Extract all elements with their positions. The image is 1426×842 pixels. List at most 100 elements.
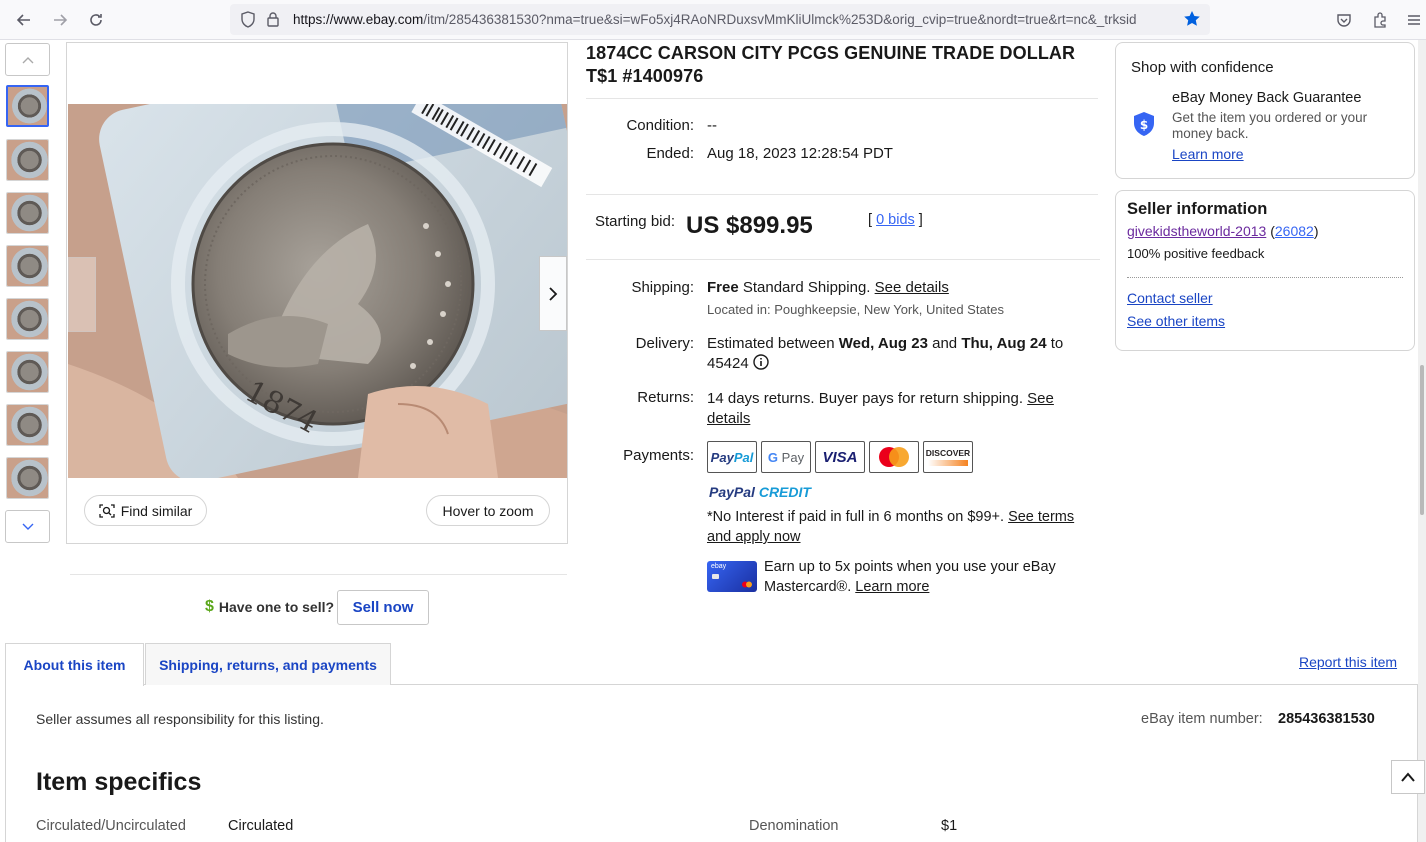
bookmark-star-icon[interactable] — [1183, 10, 1201, 33]
seller-information-card: Seller information givekidstheworld-2013… — [1115, 190, 1415, 351]
shield-icon[interactable] — [240, 11, 256, 33]
item-location: Located in: Poughkeepsie, New York, Unit… — [707, 302, 1005, 317]
positive-feedback: 100% positive feedback — [1127, 246, 1265, 261]
price-divider — [586, 259, 1100, 260]
previous-image-button[interactable] — [68, 257, 96, 332]
thumbnail-4[interactable] — [6, 245, 49, 287]
next-image-button[interactable] — [539, 256, 567, 331]
chevron-up-icon — [1401, 772, 1415, 782]
returns-label: Returns: — [637, 389, 694, 406]
thumbnail-1[interactable] — [6, 85, 49, 127]
condition-value: -- — [707, 117, 717, 134]
sell-question: Have one to sell? — [218, 599, 335, 615]
shipping-value: Free Standard Shipping. See details — [707, 279, 949, 296]
find-similar-button[interactable]: Find similar — [84, 495, 207, 526]
spec-value-denomination: $1 — [941, 818, 958, 834]
bids-link[interactable]: 0 bids — [876, 212, 915, 228]
have-one-to-sell: $ Have one to sell? — [205, 598, 334, 616]
mastercard-learn-more-link[interactable]: Learn more — [855, 579, 929, 595]
dollar-icon: $ — [205, 598, 214, 615]
spec-label-denomination: Denomination — [749, 818, 839, 834]
browser-toolbar: https://www.ebay.com/itm/285436381530?nm… — [0, 0, 1426, 40]
price: US $899.95 — [686, 212, 813, 239]
returns-value: 14 days returns. Buyer pays for return s… — [707, 390, 1054, 427]
shield-check-icon: $ — [1132, 111, 1156, 142]
back-to-top-button[interactable] — [1391, 760, 1425, 794]
title-divider — [586, 98, 1098, 99]
paypal-logo: Pay Pal — [707, 441, 757, 473]
tab-about-this-item[interactable]: About this item — [5, 643, 144, 686]
item-number-label: eBay item number: — [1141, 711, 1263, 727]
condition-label: Condition: — [626, 117, 694, 134]
ended-value: Aug 18, 2023 12:28:54 PDT — [707, 145, 893, 162]
payment-logos: Pay Pal G Pay VISA DISCOVER — [707, 441, 973, 473]
starting-bid-label: Starting bid: — [594, 213, 675, 230]
item-number: 285436381530 — [1278, 711, 1375, 727]
see-terms-link[interactable]: See terms — [1008, 509, 1074, 525]
scroll-thumb[interactable] — [1420, 365, 1424, 515]
seller-divider — [1127, 277, 1403, 278]
page-scrollbar[interactable] — [1418, 40, 1426, 842]
thumbnail-5[interactable] — [6, 298, 49, 340]
returns-see-details-link[interactable]: See — [1027, 390, 1054, 407]
info-icon[interactable] — [753, 354, 769, 376]
item-title: 1874CC CARSON CITY PCGS GENUINE TRADE DO… — [586, 43, 1076, 86]
no-interest-text: *No Interest if paid in full in 6 months… — [707, 509, 1075, 545]
delivery-value: Estimated between Wed, Aug 23 and Thu, A… — [707, 334, 1077, 376]
back-icon[interactable] — [10, 6, 38, 34]
pocket-icon[interactable] — [1330, 6, 1358, 34]
sell-now-button[interactable]: Sell now — [337, 590, 429, 625]
shop-with-confidence-card: Shop with confidence $ eBay Money Back G… — [1115, 42, 1415, 179]
coin-photo[interactable]: 1874 — [68, 104, 567, 478]
find-similar-label: Find similar — [120, 502, 193, 519]
payments-label: Payments: — [623, 447, 694, 464]
svg-text:$: $ — [1140, 118, 1148, 132]
thumbnail-8[interactable] — [6, 457, 49, 499]
thumbnail-7[interactable] — [6, 404, 49, 446]
chevron-right-icon — [549, 286, 558, 301]
hover-to-zoom-button[interactable]: Hover to zoom — [426, 495, 550, 526]
thumbnail-6[interactable] — [6, 351, 49, 393]
main-image-viewer[interactable]: 1874 Find similar Hover to zoom — [66, 42, 568, 544]
report-item-link[interactable]: Report this item — [1299, 654, 1397, 670]
address-bar[interactable]: https://www.ebay.com/itm/285436381530?nm… — [230, 4, 1210, 35]
lock-icon[interactable] — [266, 11, 280, 32]
thumbnail-3[interactable] — [6, 192, 49, 234]
thumbnails-down-button[interactable] — [5, 510, 50, 543]
thumbnail-2[interactable] — [6, 139, 49, 181]
responsibility-note: Seller assumes all responsibility for th… — [36, 711, 324, 727]
mastercard-promo: Earn up to 5x points when you use your e… — [764, 559, 1056, 595]
visa-logo: VISA — [815, 441, 865, 473]
extensions-icon[interactable] — [1366, 6, 1394, 34]
guarantee-learn-more-link[interactable]: Learn more — [1172, 146, 1244, 162]
contact-seller-link[interactable]: Contact seller — [1127, 290, 1213, 306]
condition-divider — [586, 194, 1098, 195]
guarantee-title: eBay Money Back Guarantee — [1172, 90, 1362, 106]
spec-value-circulated: Circulated — [228, 818, 294, 834]
mastercard-logo — [869, 441, 919, 473]
spec-label-circulated: Circulated/Uncirculated — [36, 818, 186, 834]
seller-score-link[interactable]: 26082 — [1275, 223, 1314, 239]
menu-icon[interactable] — [1400, 6, 1426, 34]
delivery-label: Delivery: — [635, 335, 694, 352]
see-other-items-link[interactable]: See other items — [1127, 313, 1225, 329]
forward-icon[interactable] — [46, 6, 74, 34]
shipping-see-details-link[interactable]: See details — [875, 279, 949, 296]
ebay-mastercard-image: ebay — [707, 561, 757, 592]
discover-logo: DISCOVER — [923, 441, 973, 473]
tab-shipping-returns-payments[interactable]: Shipping, returns, and payments — [145, 643, 391, 685]
gallery-divider — [70, 574, 567, 575]
google-pay-logo: G Pay — [761, 441, 811, 473]
returns-details-link[interactable]: details — [707, 410, 750, 427]
thumbnails-up-button[interactable] — [5, 43, 50, 76]
hover-zoom-label: Hover to zoom — [442, 502, 534, 519]
seller-name-row: givekidstheworld-2013 (26082) — [1127, 223, 1319, 239]
shipping-label: Shipping: — [631, 279, 694, 296]
item-specifics-heading: Item specifics — [36, 768, 202, 796]
paypal-credit-logo: PayPal CREDIT — [709, 484, 811, 500]
seller-name-link[interactable]: givekidstheworld-2013 — [1127, 223, 1266, 239]
apply-now-link[interactable]: and apply now — [707, 529, 801, 545]
item-details-panel — [5, 684, 1418, 842]
reload-icon[interactable] — [82, 6, 110, 34]
guarantee-text: Get the item you ordered or your money b… — [1172, 110, 1368, 141]
